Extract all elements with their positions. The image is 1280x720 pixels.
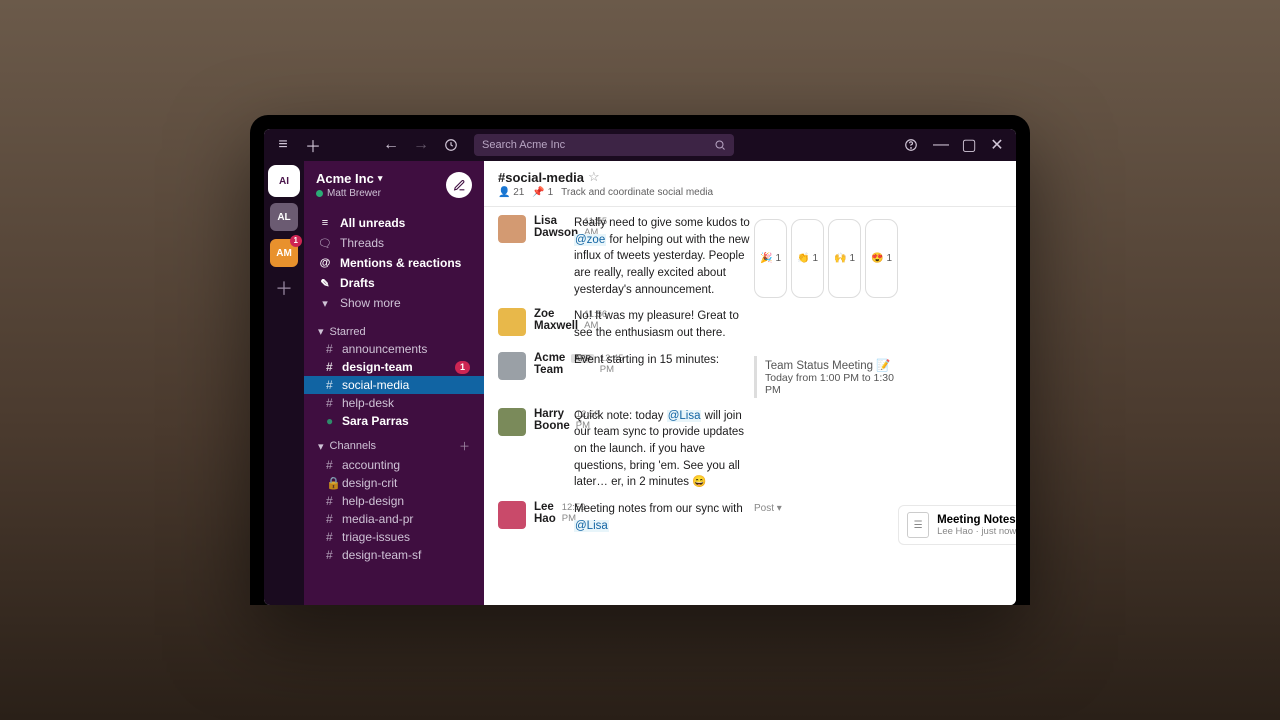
dm-item[interactable]: ●Sara Parras — [304, 412, 484, 430]
message-author[interactable]: Acme Team — [534, 352, 565, 376]
add-channel-icon[interactable]: ＋ — [459, 438, 470, 454]
file-attachment[interactable]: ☰ Meeting Notes Lee Hao · just now — [898, 505, 1016, 545]
compose-button[interactable] — [446, 172, 472, 198]
avatar[interactable] — [498, 352, 526, 380]
unread-badge: 1 — [290, 235, 302, 247]
maximize-icon[interactable]: ▢ — [958, 134, 980, 156]
message: Lisa Dawson11:55 AM Really need to give … — [498, 215, 1016, 298]
mention[interactable]: @Lisa — [667, 410, 702, 422]
message-author[interactable]: Zoe Maxwell — [534, 308, 578, 332]
channel-topic[interactable]: Track and coordinate social media — [561, 187, 713, 198]
workspace-switcher-item[interactable]: AM 1 — [270, 239, 298, 267]
channel-item[interactable]: #design-team-sf — [304, 546, 484, 564]
close-icon[interactable]: ✕ — [986, 134, 1008, 156]
caret-down-icon: ▾ — [318, 440, 324, 453]
pin-count[interactable]: 📌 1 — [532, 187, 553, 198]
message-author[interactable]: Lee Hao — [534, 501, 556, 525]
avatar[interactable] — [498, 408, 526, 436]
reaction[interactable]: 🙌1 — [828, 219, 861, 298]
message: Acme TeamAPP12:45 PM Event starting in 1… — [498, 352, 1016, 398]
message: Harry Boone12:58 PM Quick note: today @L… — [498, 408, 1016, 491]
channel-item[interactable]: #help-design — [304, 492, 484, 510]
section-starred[interactable]: ▾ Starred — [304, 317, 484, 340]
channel-name[interactable]: #social-media — [498, 170, 584, 185]
search-placeholder: Search Acme Inc — [482, 139, 565, 151]
workspace-name[interactable]: Acme Inc ▾ — [316, 171, 382, 186]
current-user[interactable]: Matt Brewer — [316, 188, 382, 199]
new-tab-icon[interactable]: ＋ — [302, 134, 324, 156]
reaction[interactable]: 👏1 — [791, 219, 824, 298]
mention[interactable]: @Lisa — [574, 520, 609, 532]
unreads-icon: ≡ — [318, 217, 332, 229]
unread-badge: 1 — [455, 361, 470, 374]
chevron-down-icon: ▾ — [378, 173, 383, 184]
search-input[interactable]: Search Acme Inc — [474, 134, 734, 156]
message-author[interactable]: Lisa Dawson — [534, 215, 578, 239]
mention[interactable]: @zoe — [574, 234, 606, 246]
search-icon — [714, 139, 726, 151]
nav-threads[interactable]: 🗨Threads — [304, 233, 484, 253]
chevron-down-icon: ▾ — [318, 297, 332, 310]
nav-all-unreads[interactable]: ≡All unreads — [304, 213, 484, 233]
nav-show-more[interactable]: ▾Show more — [304, 293, 484, 313]
sidebar: Acme Inc ▾ Matt Brewer ≡All unreads 🗨Thr… — [304, 161, 484, 605]
message-list[interactable]: Lisa Dawson11:55 AM Really need to give … — [484, 207, 1016, 605]
back-icon[interactable]: ← — [380, 134, 402, 156]
channel-item[interactable]: #design-team1 — [304, 358, 484, 376]
presence-icon — [316, 190, 323, 197]
nav-mentions[interactable]: @Mentions & reactions — [304, 253, 484, 273]
workspace-switcher-item[interactable]: AI — [270, 167, 298, 195]
channel-item[interactable]: #media-and-pr — [304, 510, 484, 528]
channel-item[interactable]: #triage-issues — [304, 528, 484, 546]
reaction[interactable]: 😍1 — [865, 219, 898, 298]
message-text: Event starting in 15 minutes: — [574, 352, 754, 398]
avatar[interactable] — [498, 215, 526, 243]
reaction[interactable]: 🎉1 — [754, 219, 787, 298]
help-icon[interactable] — [900, 134, 922, 156]
channel-item-active[interactable]: #social-media — [304, 376, 484, 394]
minimize-icon[interactable]: — — [930, 134, 952, 156]
message: Zoe Maxwell11:56 AM No! It was my pleasu… — [498, 308, 1016, 341]
channel-item[interactable]: 🔒design-crit — [304, 474, 484, 492]
post-indicator[interactable]: Post ▾ — [754, 503, 898, 545]
avatar[interactable] — [498, 308, 526, 336]
menu-icon[interactable]: ≡ — [272, 134, 294, 156]
caret-down-icon: ▾ — [318, 325, 324, 338]
avatar[interactable] — [498, 501, 526, 529]
mentions-icon: @ — [318, 257, 332, 269]
file-icon: ☰ — [907, 512, 929, 538]
message-author[interactable]: Harry Boone — [534, 408, 570, 432]
member-count[interactable]: 👤 21 — [498, 187, 524, 198]
message-text: Really need to give some kudos to @zoe f… — [574, 215, 754, 298]
channel-item[interactable]: #announcements — [304, 340, 484, 358]
channel-header: #social-media ☆ 👤 21 📌 1 Track and coord… — [484, 161, 1016, 207]
star-icon[interactable]: ☆ — [588, 169, 600, 185]
message-text: Meeting notes from our sync with @Lisa — [574, 501, 754, 545]
channel-item[interactable]: #help-desk — [304, 394, 484, 412]
workspace-rail: AI AL AM 1 ＋ — [264, 161, 304, 605]
channel-pane: #social-media ☆ 👤 21 📌 1 Track and coord… — [484, 161, 1016, 605]
drafts-icon: ✎ — [318, 277, 332, 290]
forward-icon[interactable]: → — [410, 134, 432, 156]
workspace-switcher-item[interactable]: AL — [270, 203, 298, 231]
channel-item[interactable]: #accounting — [304, 456, 484, 474]
nav-drafts[interactable]: ✎Drafts — [304, 273, 484, 293]
top-bar: ≡ ＋ ← → Search Acme Inc — ▢ ✕ — [264, 129, 1016, 161]
message-text: Quick note: today @Lisa will join our te… — [574, 408, 754, 491]
message: Lee Hao12:59 PM Meeting notes from our s… — [498, 501, 1016, 545]
history-icon[interactable] — [440, 134, 462, 156]
add-workspace-icon[interactable]: ＋ — [275, 275, 293, 301]
section-channels[interactable]: ▾ Channels ＋ — [304, 430, 484, 456]
event-attachment[interactable]: Team Status Meeting 📝 Today from 1:00 PM… — [754, 356, 898, 398]
message-text: No! It was my pleasure! Great to see the… — [574, 308, 754, 341]
threads-icon: 🗨 — [318, 237, 332, 250]
